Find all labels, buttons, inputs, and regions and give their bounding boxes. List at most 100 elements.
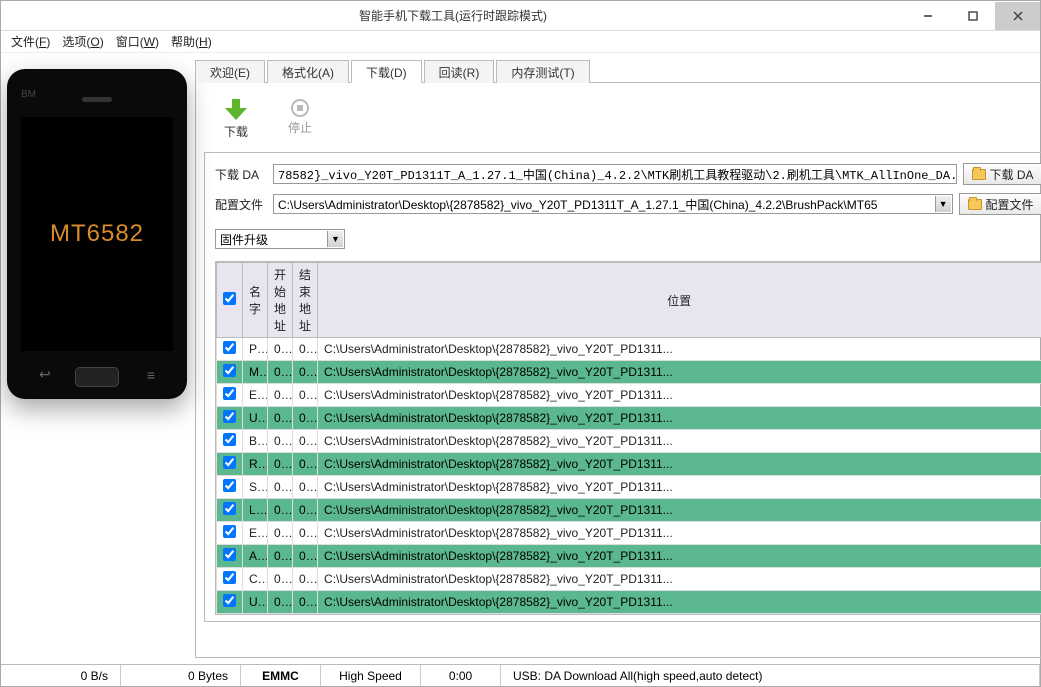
- row-check-cell: [217, 430, 243, 453]
- row-check[interactable]: [223, 525, 236, 538]
- row-check[interactable]: [223, 387, 236, 400]
- col-end[interactable]: 结束地址: [293, 263, 318, 338]
- table-row[interactable]: CACHE0x0000000077f800000x000000007e37fff…: [217, 568, 1041, 591]
- window-controls: [905, 2, 1040, 30]
- menu-help[interactable]: 帮助(H): [171, 33, 212, 50]
- row-end: 0x000000000048fffff: [293, 499, 318, 522]
- row-check[interactable]: [223, 479, 236, 492]
- table-row[interactable]: BOOTIMG0x00000000033800000x000000000397f…: [217, 430, 1041, 453]
- col-location[interactable]: 位置: [318, 263, 1041, 338]
- row-check[interactable]: [223, 456, 236, 469]
- row-location: C:\Users\Administrator\Desktop\{2878582}…: [318, 545, 1041, 568]
- row-location: C:\Users\Administrator\Desktop\{2878582}…: [318, 499, 1041, 522]
- row-location: C:\Users\Administrator\Desktop\{2878582}…: [318, 407, 1041, 430]
- col-start[interactable]: 开始地址: [268, 263, 293, 338]
- row-check-cell: [217, 453, 243, 476]
- mode-value: 固件升级: [220, 231, 268, 248]
- phone-menu-icon: ≡: [147, 367, 155, 383]
- download-label: 下载: [224, 123, 248, 140]
- menu-options[interactable]: 选项(O): [62, 33, 103, 50]
- mode-select[interactable]: 固件升级 ▼: [215, 229, 345, 249]
- row-check[interactable]: [223, 571, 236, 584]
- row-start: 0x0000000000c00000: [268, 361, 293, 384]
- row-name: LOGO: [243, 499, 268, 522]
- row-end: 0x000000000497ffff: [293, 522, 318, 545]
- status-time: 0:00: [421, 665, 501, 686]
- row-name: BOOTIMG: [243, 430, 268, 453]
- row-check-cell: [217, 545, 243, 568]
- row-check[interactable]: [223, 364, 236, 377]
- stop-icon: [291, 99, 309, 117]
- table-row[interactable]: UBOOT0x00000000033200000x000000000337fff…: [217, 407, 1041, 430]
- row-end: 0x000000000457ffff: [293, 476, 318, 499]
- download-icon: [225, 99, 247, 121]
- table-row[interactable]: RECOVERY0x00000000039800000x0000000003f7…: [217, 453, 1041, 476]
- body: BM MT6582 ↩ ≡ 欢迎(E) 格式化(A) 下载(D) 回读(R) 内…: [1, 53, 1040, 664]
- tab-bar: 欢迎(E) 格式化(A) 下载(D) 回读(R) 内存测试(T): [195, 59, 1041, 83]
- tab-format[interactable]: 格式化(A): [267, 60, 349, 83]
- download-panel: 下载 停止 下载 DA 78582}_vivo_Y20T_PD1311T_A_1…: [195, 83, 1041, 658]
- table-row[interactable]: USRDATA0x000000007e3800000x00000000fe37f…: [217, 591, 1041, 614]
- minimize-button[interactable]: [905, 2, 950, 30]
- scatter-browse-button[interactable]: 配置文件: [959, 193, 1041, 215]
- tab-readback[interactable]: 回读(R): [424, 60, 495, 83]
- da-label: 下载 DA: [215, 166, 267, 183]
- stop-action[interactable]: 停止: [288, 99, 312, 140]
- row-check-cell: [217, 338, 243, 361]
- table-row[interactable]: MBR0x0000000000c000000x0000000000c7ffffC…: [217, 361, 1041, 384]
- row-location: C:\Users\Administrator\Desktop\{2878582}…: [318, 453, 1041, 476]
- tab-download[interactable]: 下载(D): [351, 60, 422, 83]
- phone-screen: MT6582: [21, 117, 173, 351]
- row-start: 0x0000000000000000: [268, 338, 293, 361]
- table-row[interactable]: PRELOADER0x00000000000000000x00000000000…: [217, 338, 1041, 361]
- col-name[interactable]: 名字: [243, 263, 268, 338]
- row-check-cell: [217, 591, 243, 614]
- row-end: 0x000000007e37ffff: [293, 568, 318, 591]
- table-row[interactable]: SEC_RO0x0000000003f800000x000000000457ff…: [217, 476, 1041, 499]
- status-speed: 0 B/s: [1, 665, 121, 686]
- config-box: 下载 DA 78582}_vivo_Y20T_PD1311T_A_1.27.1_…: [204, 152, 1041, 622]
- row-check[interactable]: [223, 341, 236, 354]
- row-check[interactable]: [223, 410, 236, 423]
- action-toolbar: 下载 停止: [204, 91, 1041, 152]
- tab-memtest[interactable]: 内存测试(T): [496, 60, 589, 83]
- menu-file[interactable]: 文件(F): [11, 33, 50, 50]
- window-title: 智能手机下载工具(运行时跟踪模式): [1, 7, 905, 24]
- maximize-button[interactable]: [950, 2, 995, 30]
- partition-table: 名字 开始地址 结束地址 位置 PRELOADER0x0000000000000…: [216, 262, 1041, 614]
- row-check[interactable]: [223, 433, 236, 446]
- row-check[interactable]: [223, 548, 236, 561]
- close-button[interactable]: [995, 2, 1040, 30]
- check-all[interactable]: [223, 292, 236, 305]
- statusbar: 0 B/s 0 Bytes EMMC High Speed 0:00 USB: …: [1, 664, 1040, 686]
- row-start: 0x0000000000c80000: [268, 384, 293, 407]
- table-row[interactable]: EBR10x0000000000c800000x0000000000cfffff…: [217, 384, 1041, 407]
- partition-grid: 名字 开始地址 结束地址 位置 PRELOADER0x0000000000000…: [215, 261, 1041, 615]
- menu-window[interactable]: 窗口(W): [116, 33, 159, 50]
- scatter-btn-label: 配置文件: [986, 196, 1034, 213]
- row-end: 0x0000000003f7ffff: [293, 453, 318, 476]
- chevron-down-icon[interactable]: ▼: [327, 231, 343, 247]
- da-input[interactable]: 78582}_vivo_Y20T_PD1311T_A_1.27.1_中国(Chi…: [273, 164, 957, 184]
- table-row[interactable]: LOGO0x00000000046000000x000000000048ffff…: [217, 499, 1041, 522]
- status-storage: EMMC: [241, 665, 321, 686]
- tab-welcome[interactable]: 欢迎(E): [195, 60, 265, 83]
- stop-label: 停止: [288, 119, 312, 136]
- app-window: 智能手机下载工具(运行时跟踪模式) 文件(F) 选项(O) 窗口(W) 帮助(H…: [0, 0, 1041, 687]
- scatter-input[interactable]: C:\Users\Administrator\Desktop\{2878582}…: [273, 194, 953, 214]
- col-check: [217, 263, 243, 338]
- row-check[interactable]: [223, 502, 236, 515]
- row-end: 0x000000000397ffff: [293, 430, 318, 453]
- row-start: 0x0000000077f80000: [268, 568, 293, 591]
- row-check[interactable]: [223, 594, 236, 607]
- table-row[interactable]: ANDROID0x0000000017f800000x0000000077f7f…: [217, 545, 1041, 568]
- row-check-cell: [217, 384, 243, 407]
- phone-speaker-icon: [82, 97, 112, 102]
- row-start: 0x0000000004900000: [268, 522, 293, 545]
- status-usb: USB: DA Download All(high speed,auto det…: [501, 665, 1040, 686]
- download-action[interactable]: 下载: [224, 99, 248, 140]
- da-btn-label: 下载 DA: [990, 166, 1034, 183]
- da-browse-button[interactable]: 下载 DA: [963, 163, 1041, 185]
- chevron-down-icon[interactable]: ▼: [935, 196, 951, 212]
- table-row[interactable]: EBR20x00000000049000000x000000000497ffff…: [217, 522, 1041, 545]
